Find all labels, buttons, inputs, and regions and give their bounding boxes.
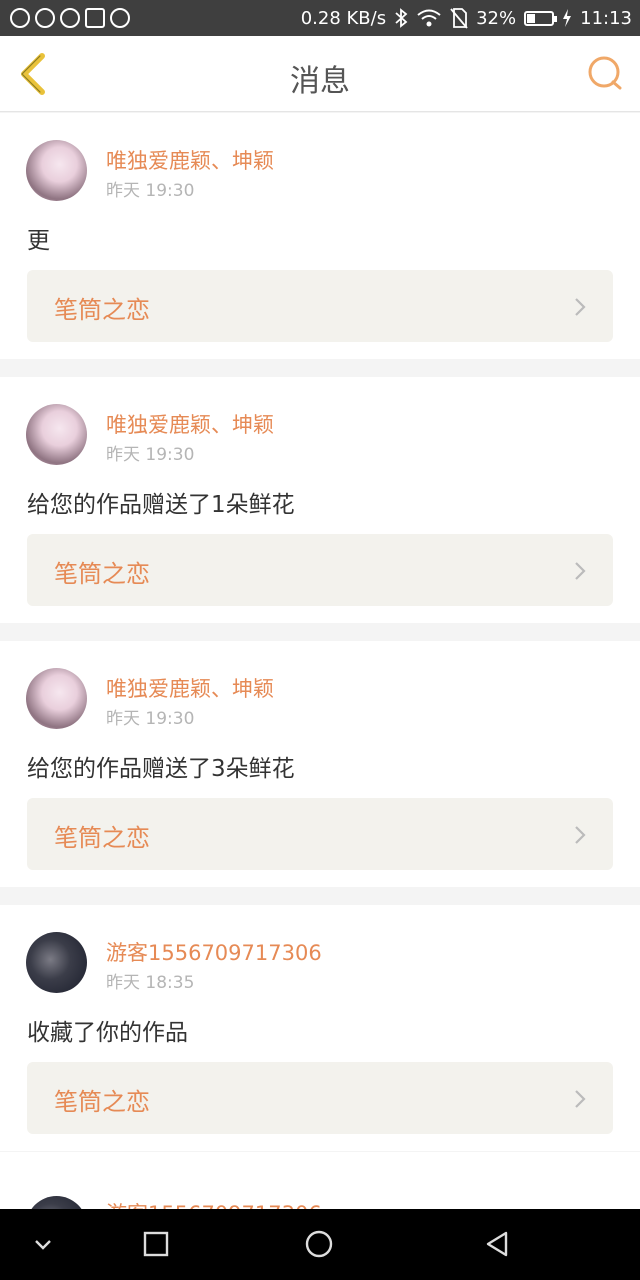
net-speed: 0.28 KB/s — [300, 7, 387, 29]
avatar[interactable] — [26, 668, 87, 729]
app-icon — [110, 8, 130, 28]
work-link[interactable]: 笔筒之恋 — [27, 798, 613, 870]
message-icon — [10, 8, 30, 28]
work-link[interactable]: 笔筒之恋 — [27, 534, 613, 606]
message-list: 唯独爱鹿颖、坤颖 昨天 19:30 更 笔筒之恋 唯独爱鹿颖、坤颖 昨天 19:… — [0, 113, 640, 1169]
battery-icon — [524, 10, 558, 26]
message-card-1: 唯独爱鹿颖、坤颖 昨天 19:30 更 笔筒之恋 — [0, 113, 640, 359]
status-icons-right: 0.28 KB/s 32% 11:13 — [301, 7, 632, 29]
clock: 11:13 — [580, 7, 632, 29]
message-card-3: 唯独爱鹿颖、坤颖 昨天 19:30 给您的作品赠送了3朵鲜花 笔筒之恋 — [0, 641, 640, 887]
status-icons-left — [10, 8, 130, 28]
back-triangle-icon[interactable] — [482, 1229, 512, 1259]
status-bar: 0.28 KB/s 32% 11:13 — [0, 0, 640, 36]
message-time: 昨天 19:30 — [106, 709, 195, 729]
work-title: 笔筒之恋 — [54, 560, 150, 588]
username[interactable]: 唯独爱鹿颖、坤颖 — [106, 409, 274, 439]
recents-square-icon[interactable] — [141, 1229, 171, 1259]
message-card-2: 唯独爱鹿颖、坤颖 昨天 19:30 给您的作品赠送了1朵鲜花 笔筒之恋 — [0, 377, 640, 623]
username[interactable]: 游客1556709717306 — [106, 937, 322, 967]
chevron-right-icon — [575, 562, 586, 580]
chevron-down-icon[interactable] — [28, 1229, 58, 1259]
message-text: 给您的作品赠送了3朵鲜花 — [27, 756, 295, 782]
chevron-right-icon — [575, 1090, 586, 1108]
list-item-partial[interactable]: 游客1556709717306 — [0, 1152, 640, 1209]
message-card-4: 游客1556709717306 昨天 18:35 收藏了你的作品 笔筒之恋 — [0, 905, 640, 1151]
avatar[interactable] — [26, 140, 87, 201]
bluetooth-icon — [395, 8, 408, 28]
charging-icon — [563, 9, 572, 27]
avatar[interactable] — [26, 932, 87, 993]
message-text: 更 — [27, 228, 50, 254]
work-title: 笔筒之恋 — [54, 824, 150, 852]
message-time: 昨天 19:30 — [106, 445, 195, 465]
battery-percent: 32% — [476, 7, 517, 29]
username[interactable]: 游客1556709717306 — [106, 1198, 322, 1209]
username[interactable]: 唯独爱鹿颖、坤颖 — [106, 145, 274, 175]
weibo-icon — [60, 8, 80, 28]
chevron-right-icon — [575, 826, 586, 844]
chevron-right-icon — [575, 298, 586, 316]
search-icon — [35, 8, 55, 28]
no-sim-icon — [450, 8, 468, 29]
app-header: 消息 — [0, 36, 640, 112]
avatar[interactable] — [26, 1196, 87, 1209]
message-time: 昨天 19:30 — [106, 181, 195, 201]
work-link[interactable]: 笔筒之恋 — [27, 1062, 613, 1134]
image-icon — [85, 8, 105, 28]
wifi-icon — [417, 9, 441, 27]
message-text: 给您的作品赠送了1朵鲜花 — [27, 492, 295, 518]
message-text: 收藏了你的作品 — [27, 1020, 188, 1046]
page-title: 消息 — [290, 64, 350, 99]
username[interactable]: 唯独爱鹿颖、坤颖 — [106, 673, 274, 703]
message-time: 昨天 18:35 — [106, 973, 195, 993]
work-title: 笔筒之恋 — [54, 1088, 150, 1116]
system-nav-bar — [0, 1209, 640, 1280]
work-title: 笔筒之恋 — [54, 296, 150, 324]
work-link[interactable]: 笔筒之恋 — [27, 270, 613, 342]
avatar[interactable] — [26, 404, 87, 465]
home-circle-icon[interactable] — [304, 1229, 334, 1259]
chat-bubble-icon[interactable] — [586, 54, 624, 92]
